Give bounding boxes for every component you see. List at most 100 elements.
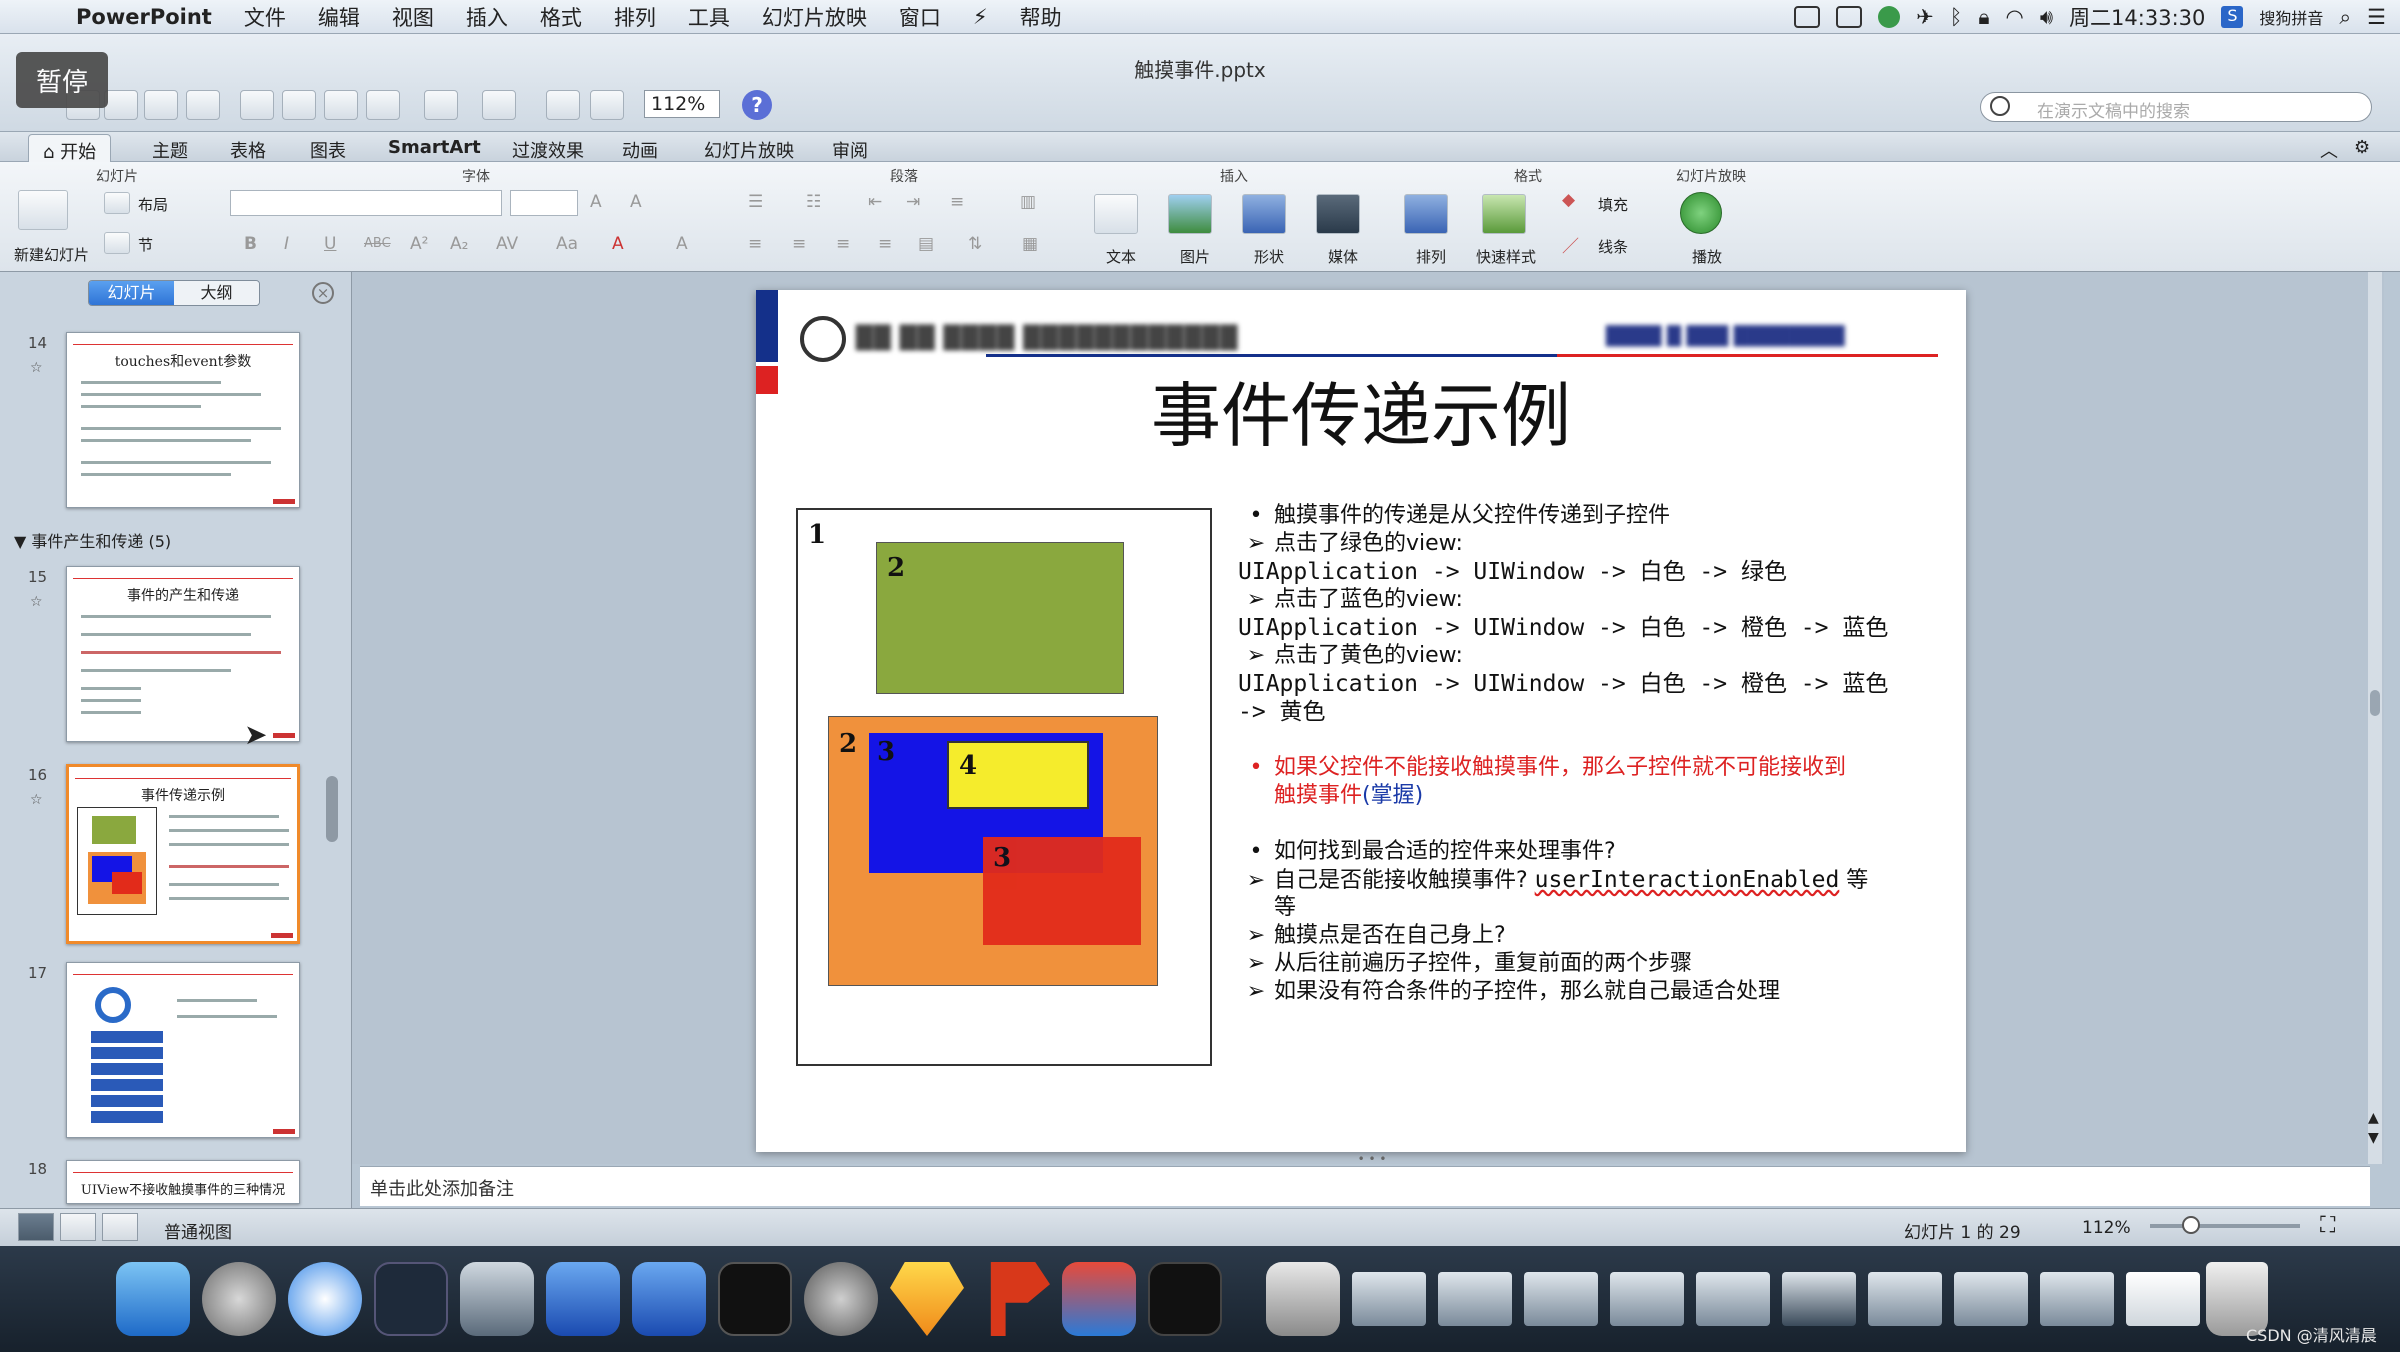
superscript-icon[interactable]: A² <box>410 234 428 254</box>
section-icon[interactable] <box>104 232 130 254</box>
media-icon[interactable] <box>1316 194 1360 234</box>
prev-slide-icon[interactable]: ▲ <box>2368 1110 2379 1126</box>
tab-outline-view[interactable]: 大纲 <box>174 281 259 305</box>
orange-view-box[interactable]: 2 3 4 3 <box>828 716 1158 986</box>
notification-center-icon[interactable]: ☰ <box>2367 5 2386 29</box>
shrink-font-icon[interactable]: A <box>630 192 642 212</box>
bold-icon[interactable]: B <box>244 234 257 254</box>
distribute-icon[interactable]: ▤ <box>918 234 934 254</box>
font-size-select[interactable] <box>510 190 578 216</box>
system-preferences-icon[interactable] <box>804 1262 878 1336</box>
section-header[interactable]: ▼ 事件产生和传递 (5) <box>14 528 171 552</box>
menu-help[interactable]: 帮助 <box>1004 2 1078 32</box>
notes-field[interactable]: 单击此处添加备注 <box>360 1166 2370 1206</box>
slide-thumbnail[interactable]: UIView不接收触摸事件的三种情况 <box>66 1160 300 1204</box>
tab-charts[interactable]: 图表 <box>296 134 360 162</box>
subscript-icon[interactable]: A₂ <box>450 234 468 254</box>
editor-scrollbar-thumb[interactable] <box>2370 690 2380 716</box>
yellow-view-box[interactable]: 4 <box>947 741 1089 809</box>
finder-icon[interactable] <box>116 1262 190 1336</box>
tab-slideshow[interactable]: 幻灯片放映 <box>690 134 808 162</box>
minimized-window-icon[interactable] <box>1782 1272 1856 1326</box>
view-hierarchy-diagram[interactable]: 1 2 2 3 4 3 <box>796 508 1212 1066</box>
minimized-window-icon[interactable] <box>2040 1272 2114 1326</box>
minimized-window-icon[interactable] <box>2126 1272 2200 1326</box>
fill-label[interactable]: 填充 <box>1598 194 1628 215</box>
text-box-icon[interactable] <box>1094 194 1138 234</box>
line-icon[interactable]: ／ <box>1562 232 1579 257</box>
minimized-window-icon[interactable] <box>1610 1272 1684 1326</box>
search-input[interactable]: 在演示文稿中的搜索 <box>1980 92 2372 122</box>
text-effects-icon[interactable]: A <box>676 234 688 254</box>
char-spacing-icon[interactable]: AV <box>496 234 518 254</box>
play-icon[interactable] <box>1680 192 1722 234</box>
input-method-icon[interactable]: S <box>2221 6 2244 28</box>
line-label[interactable]: 线条 <box>1598 236 1628 257</box>
media-browser-icon[interactable] <box>590 90 624 120</box>
tab-review[interactable]: 审阅 <box>818 134 882 162</box>
toggle-sidebar-icon[interactable] <box>546 90 580 120</box>
menu-tools[interactable]: 工具 <box>672 2 746 32</box>
terminal-icon[interactable] <box>718 1262 792 1336</box>
tab-animations[interactable]: 动画 <box>608 134 672 162</box>
script-menu-icon[interactable]: ⚡ <box>957 5 1004 29</box>
print-icon[interactable] <box>186 90 220 120</box>
tab-themes[interactable]: 主题 <box>138 134 202 162</box>
line-spacing-icon[interactable]: ≡ <box>950 192 964 212</box>
clock[interactable]: 周二14:33:30 <box>2069 2 2205 32</box>
safari-icon[interactable] <box>288 1262 362 1336</box>
menu-insert[interactable]: 插入 <box>450 2 524 32</box>
navigator-scrollbar[interactable] <box>326 776 338 842</box>
columns-icon[interactable]: ▥ <box>1020 192 1036 212</box>
minimized-window-icon[interactable] <box>1352 1272 1426 1326</box>
minimized-window-icon[interactable] <box>1438 1272 1512 1326</box>
new-slide-button[interactable] <box>18 190 68 230</box>
change-case-icon[interactable]: Aa <box>556 234 578 254</box>
slide-title[interactable]: 事件传递示例 <box>756 360 1966 461</box>
open-file-icon[interactable] <box>104 90 138 120</box>
menu-edit[interactable]: 编辑 <box>302 2 376 32</box>
help-icon[interactable]: ? <box>742 90 772 120</box>
red-view-box[interactable]: 3 <box>983 837 1141 945</box>
wifi-icon[interactable]: ◠ <box>2006 5 2024 29</box>
fill-icon[interactable]: ◆ <box>1562 190 1575 210</box>
launchpad-icon[interactable] <box>202 1262 276 1336</box>
slide-sorter-icon[interactable] <box>60 1213 96 1241</box>
menu-app[interactable]: PowerPoint <box>60 5 228 29</box>
align-center-icon[interactable]: ≡ <box>792 234 806 254</box>
quick-styles-icon[interactable] <box>1482 194 1526 234</box>
slide-thumbnail[interactable]: touches和event参数 <box>66 332 300 508</box>
slide-thumbnail[interactable] <box>66 962 300 1138</box>
mouse-icon[interactable] <box>374 1262 448 1336</box>
strikethrough-icon[interactable]: ABC <box>364 236 391 251</box>
align-left-icon[interactable]: ≡ <box>748 234 762 254</box>
video-record-icon[interactable] <box>1836 6 1863 28</box>
italic-icon[interactable]: I <box>284 234 289 254</box>
menu-window[interactable]: 窗口 <box>883 2 957 32</box>
font-color-icon[interactable]: A <box>612 234 624 254</box>
menu-format[interactable]: 格式 <box>524 2 598 32</box>
quicktime-icon[interactable] <box>1266 1262 1340 1336</box>
lock-icon[interactable]: 🔒︎ <box>1978 5 1989 30</box>
increase-indent-icon[interactable]: ⇥ <box>906 192 920 212</box>
text-direction-icon[interactable]: ⇅ <box>968 234 982 254</box>
editor-scrollbar[interactable] <box>2368 272 2382 1164</box>
minimized-window-icon[interactable] <box>1868 1272 1942 1326</box>
layout-icon[interactable] <box>104 192 130 214</box>
ribbon-settings-icon[interactable]: ⚙ <box>2340 134 2384 162</box>
menu-arrange[interactable]: 排列 <box>598 2 672 32</box>
copy-icon[interactable] <box>282 90 316 120</box>
green-view-box[interactable]: 2 <box>876 542 1124 694</box>
spotlight-icon[interactable]: ⌕ <box>2339 5 2351 30</box>
paste-icon[interactable] <box>324 90 358 120</box>
zoom-select[interactable]: 112% <box>644 90 720 118</box>
transfer-app-icon[interactable] <box>1062 1262 1136 1336</box>
minimized-window-icon[interactable] <box>1696 1272 1770 1326</box>
fit-window-icon[interactable]: ⛶ <box>2320 1213 2335 1238</box>
grow-font-icon[interactable]: A <box>590 192 602 212</box>
layout-label[interactable]: 布局 <box>138 194 168 215</box>
xcode-icon[interactable] <box>546 1262 620 1336</box>
tab-tables[interactable]: 表格 <box>216 134 280 162</box>
sync-status-icon[interactable] <box>1878 6 1901 28</box>
tab-transitions[interactable]: 过渡效果 <box>498 134 598 162</box>
